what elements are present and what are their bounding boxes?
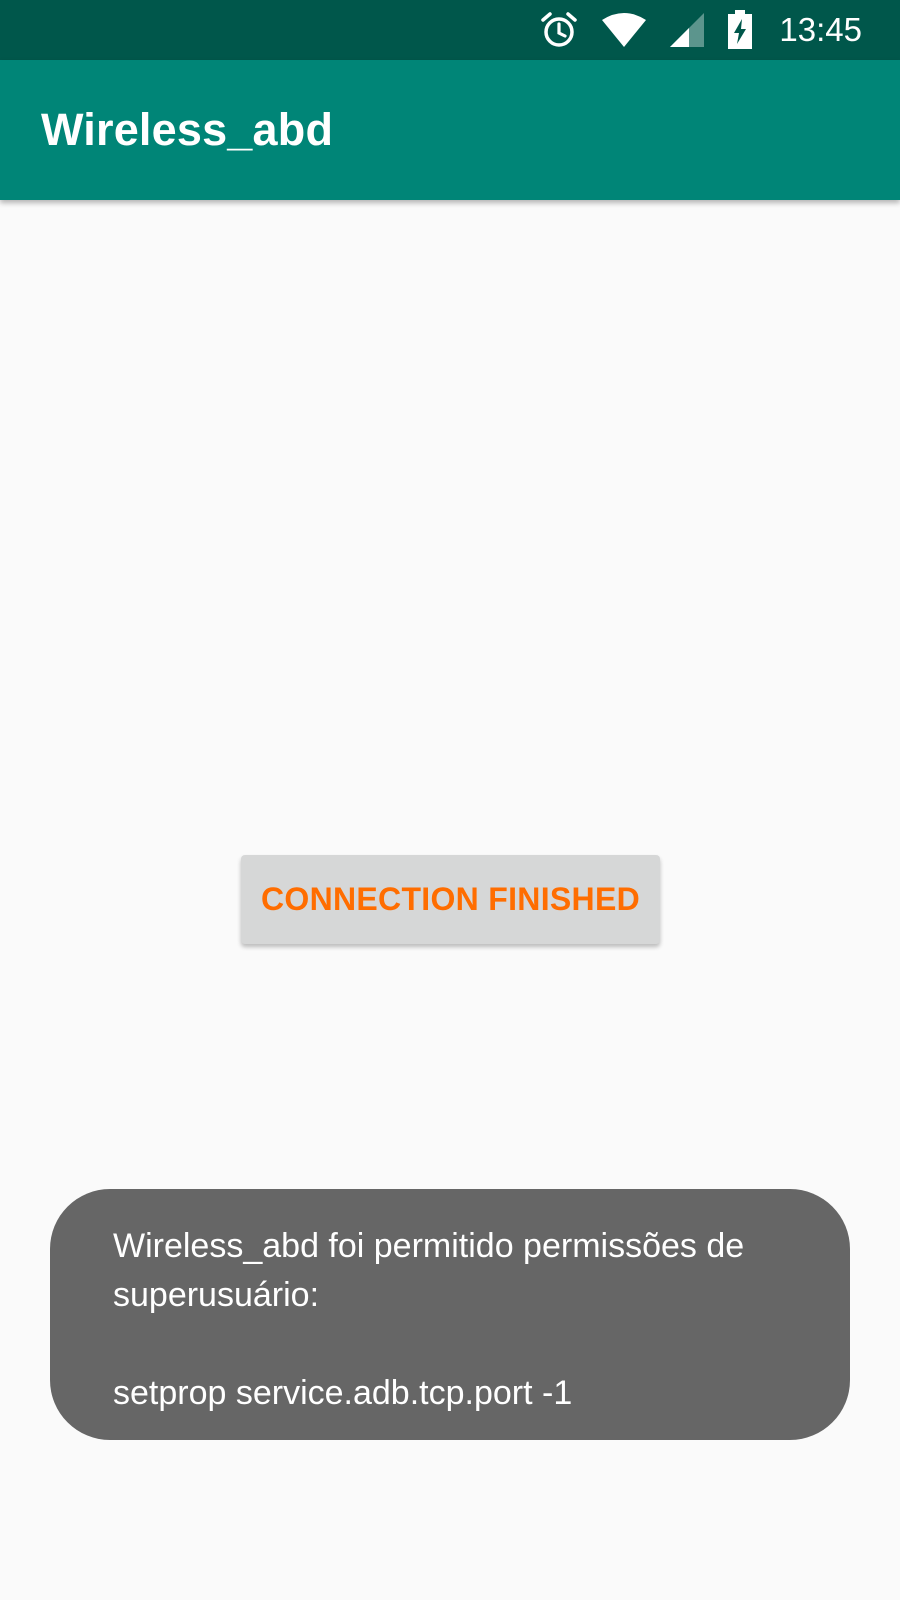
toast-line-1: Wireless_abd foi permitido permissões de	[113, 1227, 745, 1265]
app-title: Wireless_abd	[41, 104, 334, 155]
app-bar: Wireless_abd	[0, 60, 900, 200]
wifi-icon	[601, 12, 647, 48]
status-bar: 13:45	[0, 0, 900, 60]
toast-line-2: superusuário:	[113, 1276, 320, 1314]
toast-message: Wireless_abd foi permitido permissões de…	[50, 1189, 850, 1440]
alarm-icon	[539, 10, 579, 50]
status-icons: 13:45	[539, 0, 900, 60]
connection-finished-button[interactable]: CONNECTION FINISHED	[241, 855, 660, 944]
toast-line-3: setprop service.adb.tcp.port -1	[113, 1374, 573, 1412]
cell-signal-icon	[669, 12, 705, 48]
battery-charging-icon	[727, 10, 753, 50]
status-time: 13:45	[779, 11, 862, 48]
